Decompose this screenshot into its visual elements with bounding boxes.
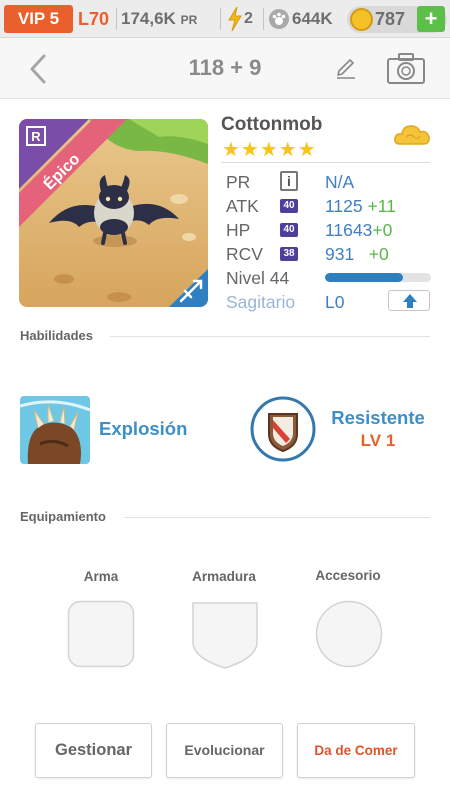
rcv-level-badge: 38: [280, 247, 298, 261]
player-level: L70: [78, 9, 110, 29]
hp-level-badge: 40: [280, 223, 298, 237]
stat-pr-value: N/A: [325, 172, 355, 192]
monster-count: 118 + 9: [188, 55, 262, 80]
equipment-title: Equipamiento: [20, 509, 106, 524]
rank-letter: R: [31, 129, 41, 144]
rcv-value: 931: [325, 244, 355, 264]
cloud-element-icon: [394, 125, 430, 145]
feed-button[interactable]: Da de Comer: [297, 723, 415, 778]
skill-1-name[interactable]: Explosión: [99, 418, 187, 440]
status-bar: VIP 5 L70 174,6K PR 2 644K 787 +: [0, 0, 450, 38]
atk-value: 1125: [325, 196, 363, 216]
hp-value: 11643: [325, 220, 373, 240]
star-rating: ★★★★★: [222, 139, 317, 161]
accessory-slot[interactable]: [315, 600, 383, 668]
manage-button[interactable]: Gestionar: [35, 723, 152, 778]
stat-atk-label: ATK: [226, 196, 259, 216]
weapon-label: Arma: [83, 569, 119, 584]
divider: [124, 517, 430, 518]
monster-name: Cottonmob: [221, 114, 323, 135]
divider: [110, 336, 430, 337]
abilities-title: Habilidades: [20, 328, 93, 343]
divider: [263, 8, 264, 30]
vip-badge[interactable]: VIP 5: [4, 5, 73, 33]
divider: [220, 8, 221, 30]
upgrade-zodiac-button[interactable]: [388, 290, 430, 311]
zodiac-level: L0: [325, 292, 345, 312]
energy-bolt-icon: [228, 6, 242, 32]
shield-skill-icon[interactable]: [250, 396, 316, 462]
divider: [221, 162, 430, 163]
monster-portrait[interactable]: R Épico: [19, 119, 208, 307]
divider: [116, 8, 117, 30]
atk-bonus: +11: [367, 196, 396, 216]
skill-2-name[interactable]: Resistente: [328, 407, 428, 429]
coin-icon: [350, 8, 373, 31]
info-icon[interactable]: i: [280, 171, 298, 191]
armor-slot[interactable]: [191, 600, 259, 670]
accessory-label: Accesorio: [315, 568, 381, 583]
stat-atk-value: 1125 +11: [325, 195, 396, 217]
food-count: 644K: [292, 9, 333, 28]
power-value: 174,6K: [121, 9, 176, 28]
skill-2-level: LV 1: [360, 431, 396, 450]
stat-rcv-label: RCV: [226, 244, 263, 264]
stat-pr-label: PR: [226, 172, 251, 192]
add-coins-button[interactable]: +: [417, 6, 445, 32]
arrow-up-icon: [403, 294, 417, 308]
claw-skill-icon[interactable]: [20, 396, 90, 464]
armor-label: Armadura: [192, 569, 256, 584]
rcv-bonus: +0: [368, 244, 389, 264]
level-progress-fill: [325, 273, 404, 282]
stat-hp-value: 11643+0: [325, 219, 392, 241]
paw-food-icon: [269, 9, 289, 29]
power-unit: PR: [180, 13, 198, 27]
player-power: 174,6K PR: [121, 6, 197, 33]
level-label: Nivel 44: [226, 268, 290, 288]
weapon-slot[interactable]: [67, 600, 135, 668]
atk-level-badge: 40: [280, 199, 298, 213]
coin-count: 787: [375, 9, 406, 29]
pencil-edit-icon[interactable]: [334, 56, 358, 80]
nav-header: 118 + 9: [0, 38, 450, 99]
camera-icon[interactable]: [386, 51, 426, 85]
hp-bonus: +0: [372, 220, 393, 240]
zodiac-sign[interactable]: Sagitario: [226, 291, 295, 313]
level-progress-bar: [325, 273, 431, 282]
evolve-button[interactable]: Evolucionar: [166, 723, 283, 778]
stat-rcv-value: 931 +0: [325, 243, 389, 265]
energy-count: 2: [244, 10, 253, 27]
stat-hp-label: HP: [226, 220, 251, 240]
